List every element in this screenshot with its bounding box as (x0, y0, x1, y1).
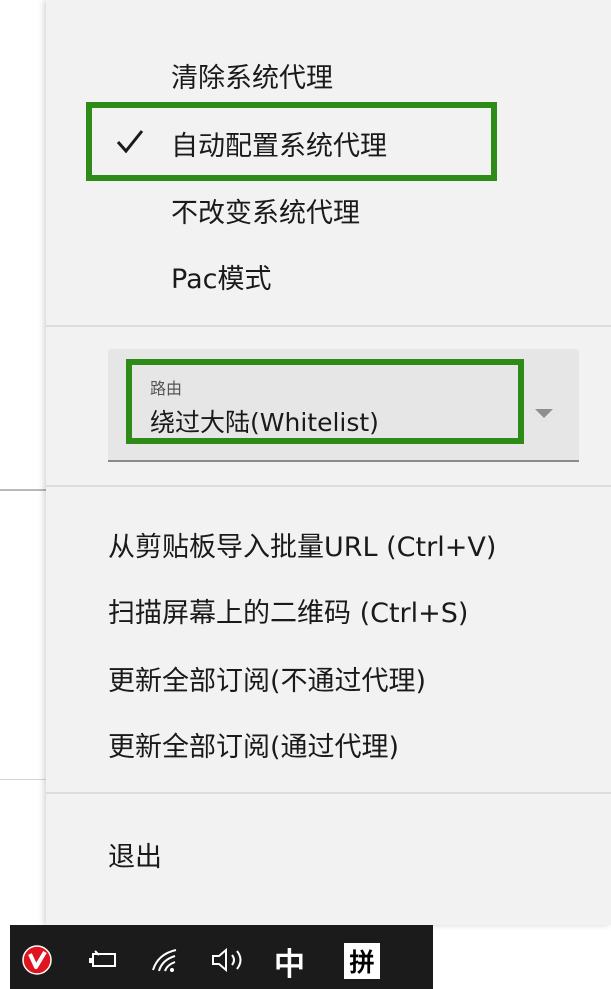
menu-item-label: 扫描屏幕上的二维码 (Ctrl+S) (108, 597, 469, 629)
menu-item-label: 退出 (108, 841, 162, 873)
tray-context-menu: 清除系统代理 自动配置系统代理 不改变系统代理 Pac模式 路由 绕过大陆(Wh… (46, 0, 611, 925)
menu-item-import-urls-from-clipboard[interactable]: 从剪贴板导入批量URL (Ctrl+V) (46, 514, 611, 574)
ime-language-indicator[interactable]: 中 (274, 939, 305, 984)
menu-divider (46, 325, 611, 327)
background-app-line (0, 489, 46, 491)
menu-item-label: 自动配置系统代理 (171, 130, 387, 162)
menu-item-label: 不改变系统代理 (171, 197, 360, 229)
routing-combobox[interactable]: 路由 绕过大陆(Whitelist) (108, 349, 579, 462)
routing-combobox-header: 路由 (150, 379, 183, 398)
routing-combobox-value: 绕过大陆(Whitelist) (150, 408, 379, 437)
menu-item-auto-config-system-proxy[interactable]: 自动配置系统代理 (46, 113, 611, 173)
taskbar-tray: 中 拼 (10, 925, 433, 989)
check-icon (116, 130, 144, 154)
menu-item-update-subscriptions-via-proxy[interactable]: 更新全部订阅(通过代理) (46, 714, 611, 774)
menu-item-label: Pac模式 (171, 263, 272, 295)
speaker-icon[interactable] (210, 945, 250, 975)
v2ray-tray-icon[interactable] (22, 945, 52, 975)
menu-divider (46, 485, 611, 487)
dropdown-arrow-icon (535, 409, 553, 418)
ime-mode-label: 拼 (349, 948, 375, 977)
screen: 清除系统代理 自动配置系统代理 不改变系统代理 Pac模式 路由 绕过大陆(Wh… (0, 0, 611, 989)
menu-item-clear-system-proxy[interactable]: 清除系统代理 (46, 45, 611, 105)
menu-item-pac-mode[interactable]: Pac模式 (46, 246, 611, 306)
menu-item-scan-qr-code[interactable]: 扫描屏幕上的二维码 (Ctrl+S) (46, 580, 611, 640)
menu-item-keep-system-proxy[interactable]: 不改变系统代理 (46, 180, 611, 240)
battery-icon[interactable] (88, 945, 118, 975)
menu-item-label: 更新全部订阅(不通过代理) (108, 665, 427, 697)
menu-item-update-subscriptions-direct[interactable]: 更新全部订阅(不通过代理) (46, 648, 611, 708)
menu-item-exit[interactable]: 退出 (46, 824, 611, 884)
menu-item-label: 更新全部订阅(通过代理) (108, 731, 400, 763)
menu-item-label: 从剪贴板导入批量URL (Ctrl+V) (108, 531, 497, 563)
menu-item-label: 清除系统代理 (171, 62, 333, 94)
wifi-icon[interactable] (150, 945, 180, 975)
menu-divider (46, 792, 611, 794)
background-app-line (0, 779, 46, 780)
ime-mode-indicator[interactable]: 拼 (344, 943, 380, 979)
